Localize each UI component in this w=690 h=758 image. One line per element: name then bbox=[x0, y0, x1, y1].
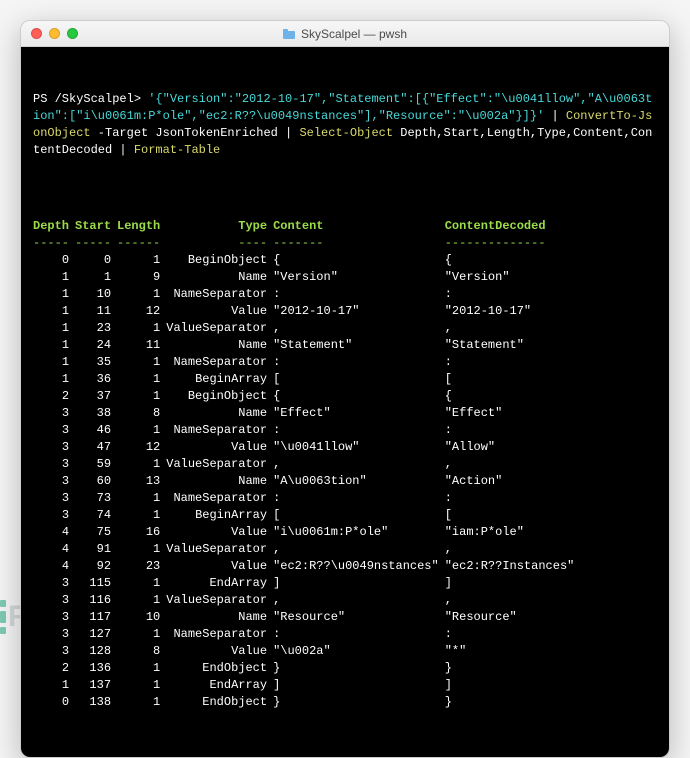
col-type: Type bbox=[166, 218, 273, 235]
table-body: 001BeginObject{{119Name"Version""Version… bbox=[33, 252, 580, 711]
folder-icon bbox=[283, 29, 295, 39]
col-content: Content bbox=[273, 218, 445, 235]
table-row: 119Name"Version""Version" bbox=[33, 269, 580, 286]
title-wrap: SkyScalpel — pwsh bbox=[283, 27, 407, 41]
table-row: 3731NameSeparator:: bbox=[33, 490, 580, 507]
table-row: 1351NameSeparator:: bbox=[33, 354, 580, 371]
table-row: 3388Name"Effect""Effect" bbox=[33, 405, 580, 422]
col-depth: Depth bbox=[33, 218, 75, 235]
cmd-format: Format-Table bbox=[134, 143, 220, 157]
table-row: 11371EndArray]] bbox=[33, 677, 580, 694]
table-row: 31151EndArray]] bbox=[33, 575, 580, 592]
terminal-window: SkyScalpel — pwsh PS /SkyScalpel> '{"Ver… bbox=[20, 20, 670, 758]
command-line: PS /SkyScalpel> '{"Version":"2012-10-17"… bbox=[33, 91, 657, 159]
col-contentdecoded: ContentDecoded bbox=[445, 218, 581, 235]
table-row: 11112Value"2012-10-17""2012-10-17" bbox=[33, 303, 580, 320]
window-title: SkyScalpel — pwsh bbox=[301, 27, 407, 41]
table-row: 3741BeginArray[[ bbox=[33, 507, 580, 524]
watermark-bars-icon bbox=[0, 600, 6, 634]
table-row: 31288Value"\u002a""*" bbox=[33, 643, 580, 660]
table-row: 47516Value"i\u0061m:P*ole""iam:P*ole" bbox=[33, 524, 580, 541]
table-row: 34712Value"\u0041llow""Allow" bbox=[33, 439, 580, 456]
table-row: 1101NameSeparator:: bbox=[33, 286, 580, 303]
table-row: 311710Name"Resource""Resource" bbox=[33, 609, 580, 626]
table-row: 2371BeginObject{{ bbox=[33, 388, 580, 405]
table-row: 3461NameSeparator:: bbox=[33, 422, 580, 439]
col-start: Start bbox=[75, 218, 117, 235]
table-row: 49223Value"ec2:R??\u0049nstances""ec2:R?… bbox=[33, 558, 580, 575]
table-row: 36013Name"A\u0063tion""Action" bbox=[33, 473, 580, 490]
output-table: Depth Start Length Type Content ContentD… bbox=[33, 218, 580, 711]
table-row: 21361EndObject}} bbox=[33, 660, 580, 677]
table-row: 3591ValueSeparator,, bbox=[33, 456, 580, 473]
table-row: 1361BeginArray[[ bbox=[33, 371, 580, 388]
cmd-select: Select-Object bbox=[299, 126, 393, 140]
table-row: 1231ValueSeparator,, bbox=[33, 320, 580, 337]
table-row: 4911ValueSeparator,, bbox=[33, 541, 580, 558]
table-dash-row: ----- ----- ------ ---- ------- --------… bbox=[33, 235, 580, 252]
maximize-icon[interactable] bbox=[67, 28, 78, 39]
titlebar[interactable]: SkyScalpel — pwsh bbox=[21, 21, 669, 47]
table-row: 001BeginObject{{ bbox=[33, 252, 580, 269]
table-header-row: Depth Start Length Type Content ContentD… bbox=[33, 218, 580, 235]
window-controls bbox=[31, 28, 78, 39]
table-row: 12411Name"Statement""Statement" bbox=[33, 337, 580, 354]
col-length: Length bbox=[117, 218, 166, 235]
table-row: 31271NameSeparator:: bbox=[33, 626, 580, 643]
minimize-icon[interactable] bbox=[49, 28, 60, 39]
table-row: 01381EndObject}} bbox=[33, 694, 580, 711]
table-row: 31161ValueSeparator,, bbox=[33, 592, 580, 609]
terminal-body[interactable]: PS /SkyScalpel> '{"Version":"2012-10-17"… bbox=[21, 47, 669, 757]
prompt: PS /SkyScalpel> bbox=[33, 92, 141, 106]
close-icon[interactable] bbox=[31, 28, 42, 39]
